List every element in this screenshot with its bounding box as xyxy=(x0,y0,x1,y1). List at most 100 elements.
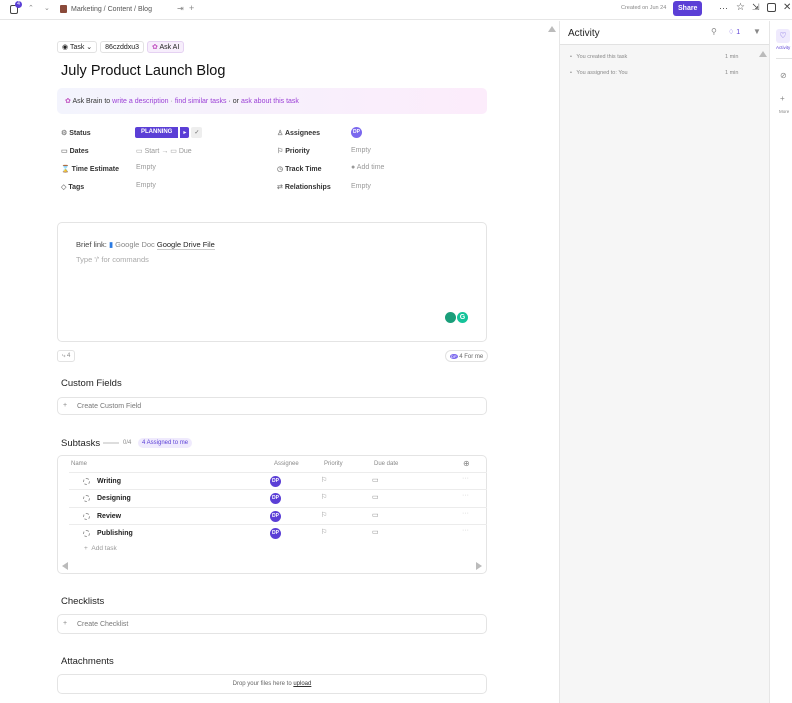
task-title[interactable]: July Product Launch Blog xyxy=(61,63,225,79)
subtask-name[interactable]: Review xyxy=(97,513,121,520)
attachments-dropzone[interactable]: Drop your files here to upload xyxy=(57,674,487,694)
activity-title: Activity xyxy=(568,28,600,39)
column-priority[interactable]: Priority xyxy=(324,461,343,467)
subtask-row[interactable]: Designing DP ⚐ ▭ ··· xyxy=(69,489,487,506)
tags-value[interactable]: Empty xyxy=(136,182,156,189)
column-settings-icon[interactable]: ⊕ xyxy=(463,459,470,468)
relationships-value[interactable]: Empty xyxy=(351,183,371,190)
subtask-name[interactable]: Designing xyxy=(97,495,131,502)
google-drive-link[interactable]: Google Drive File xyxy=(156,240,215,250)
create-checklist-button[interactable]: + Create Checklist xyxy=(57,614,487,634)
subtask-name[interactable]: Writing xyxy=(97,478,121,485)
star-icon[interactable]: ☆ xyxy=(736,2,745,13)
row-more-icon[interactable]: ··· xyxy=(462,492,469,499)
notification-badge: 4 xyxy=(15,1,22,8)
complete-check-icon[interactable]: ✓ xyxy=(191,127,203,138)
due-date-icon[interactable]: ▭ xyxy=(372,476,379,484)
add-icon[interactable]: + xyxy=(189,3,194,13)
create-custom-field-button[interactable]: + Create Custom Field xyxy=(57,397,487,415)
folder-icon xyxy=(60,5,67,13)
editor-placeholder[interactable]: Type '/' for commands xyxy=(76,255,149,264)
assigned-to-me-filter[interactable]: 4 Assigned to me xyxy=(138,438,193,448)
activity-tab-label[interactable]: Activity xyxy=(776,45,790,50)
activity-tab-icon[interactable]: ♡ xyxy=(776,29,790,43)
subtask-row[interactable]: Publishing DP ⚐ ▭ ··· xyxy=(69,524,487,541)
ai-icon: ✿ xyxy=(152,44,158,51)
subtask-row[interactable]: Writing DP ⚐ ▭ ··· xyxy=(69,472,487,489)
task-id[interactable]: 86czddxu3 xyxy=(100,41,145,53)
time-estimate-value[interactable]: Empty xyxy=(136,164,156,171)
status-circle-icon[interactable] xyxy=(83,495,90,502)
description-editor[interactable]: Brief link: ▮ Google Doc Google Drive Fi… xyxy=(57,222,487,342)
row-more-icon[interactable]: ··· xyxy=(462,475,469,482)
breadcrumb-marketing[interactable]: Marketing xyxy=(71,6,102,13)
add-task-button[interactable]: + Add task xyxy=(84,545,117,552)
status-circle-icon[interactable] xyxy=(83,530,90,537)
for-me-pill[interactable]: DP 4 For me xyxy=(445,350,489,362)
start-date[interactable]: Start xyxy=(145,148,160,155)
subtask-count-pill[interactable]: ⤷ 4 xyxy=(57,350,76,362)
track-time-value[interactable]: ● Add time xyxy=(351,164,384,171)
drop-text: Drop your files here to xyxy=(232,681,292,687)
due-date[interactable]: Due xyxy=(179,148,192,155)
task-type-dropdown[interactable]: ◉ Task ⌄ xyxy=(57,41,98,53)
row-more-icon[interactable]: ··· xyxy=(462,510,469,517)
assignee-avatar[interactable]: DP xyxy=(270,476,281,487)
upload-link[interactable]: upload xyxy=(293,681,311,687)
next-task-icon[interactable]: ⌄ xyxy=(44,4,50,12)
column-name[interactable]: Name xyxy=(71,461,87,467)
link-icon[interactable]: ⊘ xyxy=(780,71,787,80)
priority-value[interactable]: Empty xyxy=(351,147,371,154)
assignees-label: ♙ Assignees xyxy=(277,130,320,137)
breadcrumb-content[interactable]: Content xyxy=(108,6,133,13)
close-icon[interactable]: ✕ xyxy=(783,2,791,13)
status-circle-icon[interactable] xyxy=(83,478,90,485)
priority-flag-icon[interactable]: ⚐ xyxy=(321,528,327,536)
scroll-left-icon[interactable] xyxy=(62,562,68,570)
priority-flag-icon[interactable]: ⚐ xyxy=(321,476,327,484)
assignee-avatar[interactable]: DP xyxy=(351,127,362,138)
assignee-avatar[interactable]: DP xyxy=(270,528,281,539)
created-date: Created on Jun 24 xyxy=(621,5,667,11)
search-icon[interactable]: ⚲ xyxy=(711,27,717,36)
prev-task-icon[interactable]: ⌃ xyxy=(28,4,34,12)
due-date-icon[interactable]: ▭ xyxy=(372,493,379,501)
subtask-row[interactable]: Review DP ⚐ ▭ ··· xyxy=(69,507,487,524)
grammarly-icon[interactable]: G xyxy=(457,312,468,323)
plus-icon[interactable]: + xyxy=(780,94,785,103)
row-more-icon[interactable]: ··· xyxy=(462,527,469,534)
scroll-right-icon[interactable] xyxy=(476,562,482,570)
due-date-icon[interactable]: ▭ xyxy=(372,511,379,519)
assignee-avatar[interactable]: DP xyxy=(270,493,281,504)
breadcrumb-blog[interactable]: Blog xyxy=(138,6,152,13)
ask-about-link[interactable]: ask about this task xyxy=(241,98,299,105)
ask-ai-button[interactable]: ✿ Ask AI xyxy=(147,41,185,53)
activity-scroll-up-icon[interactable] xyxy=(759,51,767,57)
find-similar-link[interactable]: find similar tasks xyxy=(175,98,227,105)
priority-flag-icon[interactable]: ⚐ xyxy=(321,493,327,501)
due-date-icon[interactable]: ▭ xyxy=(372,528,379,536)
expand-icon[interactable] xyxy=(767,3,776,12)
status-control[interactable]: PLANNING ▸ ✓ xyxy=(135,127,203,138)
column-assignee[interactable]: Assignee xyxy=(274,461,299,467)
status-circle-icon[interactable] xyxy=(83,513,90,520)
dates-value[interactable]: ▭ Start → ▭ Due xyxy=(136,147,192,155)
brain-assist-icon[interactable] xyxy=(445,312,456,323)
subtask-name[interactable]: Publishing xyxy=(97,530,133,537)
comments-count[interactable]: ♢ 1 xyxy=(728,28,740,36)
scroll-up-icon[interactable] xyxy=(548,26,556,32)
share-button[interactable]: Share xyxy=(673,1,703,16)
google-doc-icon: ▮ xyxy=(108,240,114,249)
column-due-date[interactable]: Due date xyxy=(374,461,398,467)
write-description-link[interactable]: write a description xyxy=(112,98,168,105)
assignee-avatar[interactable]: DP xyxy=(270,511,281,522)
next-status-icon[interactable]: ▸ xyxy=(180,127,190,138)
minimize-icon[interactable]: ⇲ xyxy=(752,2,760,13)
more-tab-label[interactable]: More xyxy=(779,109,789,114)
more-icon[interactable]: ··· xyxy=(719,3,728,13)
priority-flag-icon[interactable]: ⚐ xyxy=(321,511,327,519)
move-icon[interactable]: ⇥ xyxy=(177,4,184,13)
filter-icon[interactable]: ▼ xyxy=(753,27,761,36)
status-badge[interactable]: PLANNING xyxy=(135,127,179,138)
custom-fields-heading: Custom Fields xyxy=(61,378,122,389)
